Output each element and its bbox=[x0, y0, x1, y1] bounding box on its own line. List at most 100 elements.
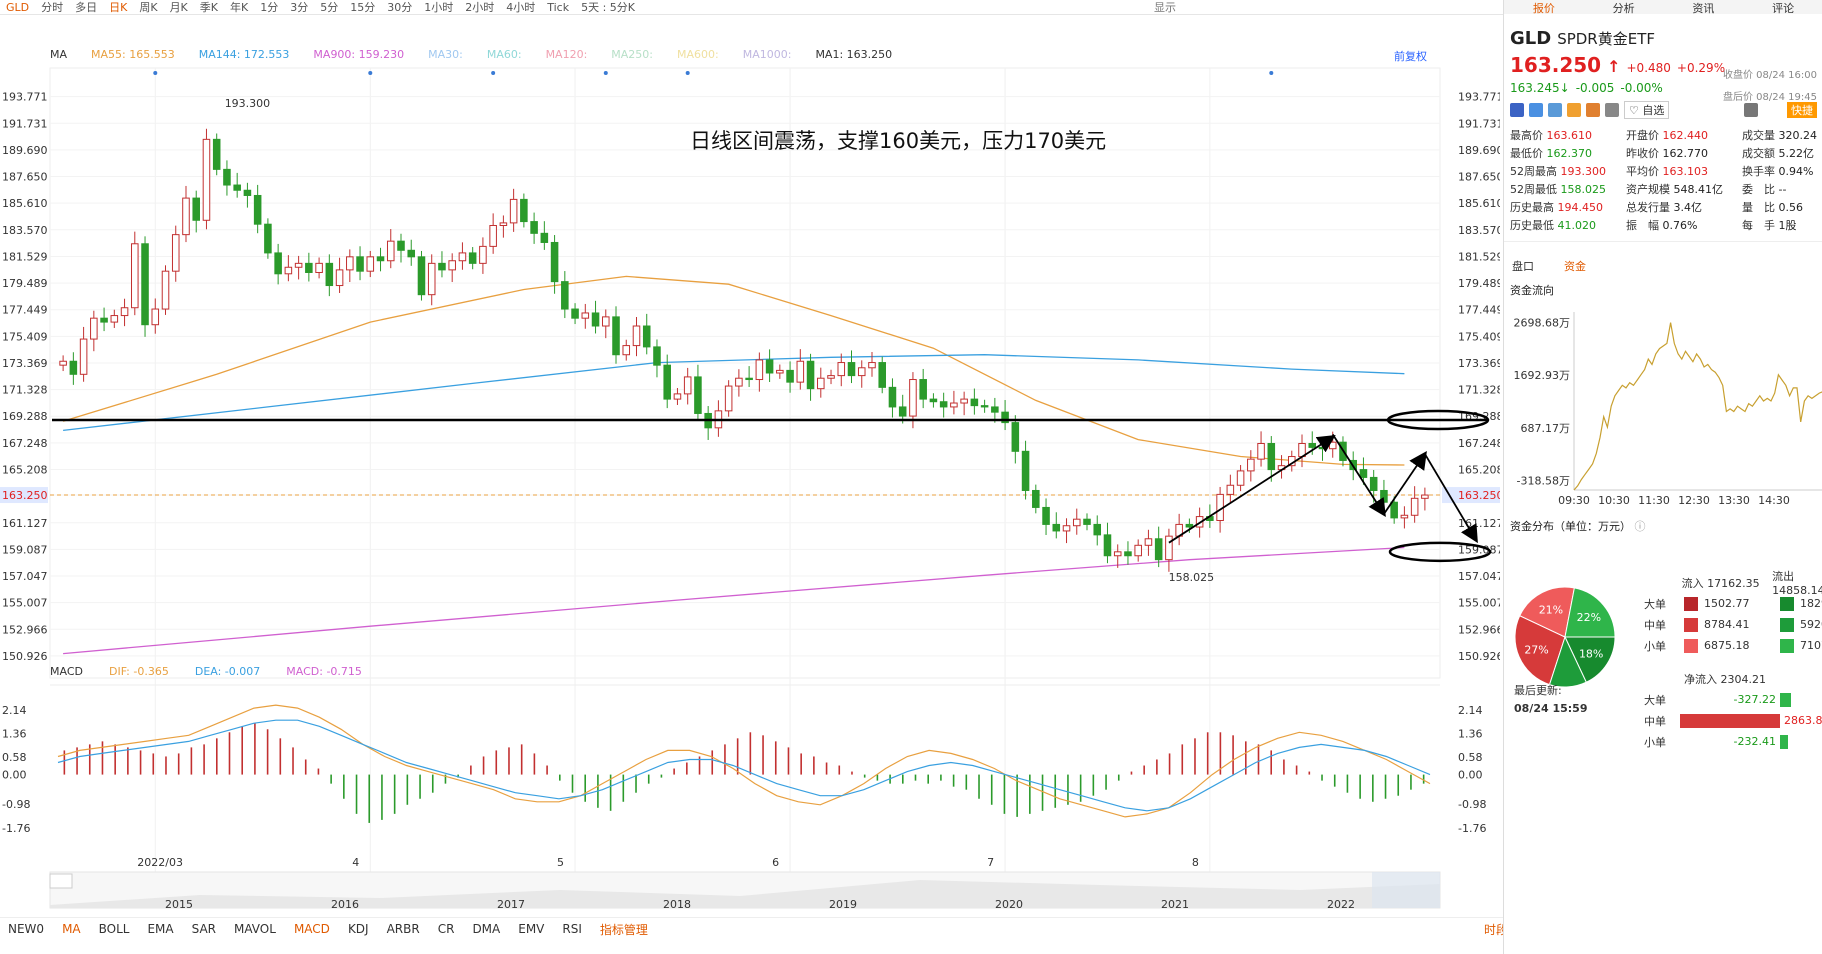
candle-body bbox=[1257, 442, 1265, 460]
add-watchlist-button[interactable]: ♡ 自选 bbox=[1624, 101, 1670, 119]
flow-y-tick: 687.17万 bbox=[1521, 422, 1571, 435]
post-change-pct: -0.00% bbox=[1620, 81, 1663, 95]
flow-in-cell: 1502.77 bbox=[1684, 596, 1780, 611]
y-tick-left: 177.449 bbox=[2, 304, 48, 317]
x-axis-label: 2022/03 bbox=[137, 856, 183, 869]
stat-label: 成交量 bbox=[1742, 129, 1775, 142]
y-tick-left: 179.489 bbox=[2, 277, 48, 290]
candle-body bbox=[151, 308, 160, 326]
s-icon[interactable] bbox=[1548, 103, 1562, 117]
panel-tab[interactable]: 分析 bbox=[1584, 0, 1664, 15]
flow-out-swatch bbox=[1780, 596, 1794, 611]
navigator-year: 2017 bbox=[497, 898, 525, 911]
quote-stats: 最高价 163.610 开盘价 162.440 成交量 320.24 最低价 162.… bbox=[1504, 119, 1822, 233]
candle-body bbox=[223, 168, 231, 186]
candle-body bbox=[284, 266, 293, 275]
candle-body bbox=[274, 252, 282, 275]
us-flag-icon[interactable] bbox=[1510, 103, 1524, 117]
candle-body bbox=[806, 360, 815, 390]
navigator-window bbox=[1372, 872, 1440, 908]
indicator-tab[interactable]: CR bbox=[438, 922, 455, 936]
indicator-tab[interactable]: RSI bbox=[562, 922, 582, 936]
stat-item: 历史最低 41.020 bbox=[1510, 217, 1626, 233]
candle-body bbox=[898, 406, 907, 417]
trend-arrow bbox=[1383, 450, 1427, 515]
candle-body bbox=[540, 232, 549, 243]
macd-label[interactable]: MACD bbox=[50, 665, 83, 679]
doc-icon[interactable] bbox=[1605, 103, 1619, 117]
candle-body bbox=[1052, 523, 1061, 532]
indicator-tab[interactable]: ARBR bbox=[387, 922, 420, 936]
macd-tick-left: 2.14 bbox=[2, 704, 27, 717]
candle-body bbox=[581, 312, 590, 319]
navigator-year: 2015 bbox=[165, 898, 193, 911]
y-tick-right: 152.966 bbox=[1458, 623, 1500, 636]
sub-tab[interactable]: 盘口 bbox=[1512, 258, 1534, 274]
stat-label: 52周最低 bbox=[1510, 183, 1557, 196]
indicator-tab[interactable]: SAR bbox=[192, 922, 216, 936]
candle-body bbox=[878, 362, 887, 388]
stat-item: 成交量 320.24 bbox=[1742, 127, 1822, 143]
stat-value: 193.300 bbox=[1557, 165, 1606, 178]
help-icon[interactable]: ⓘ bbox=[1635, 520, 1646, 533]
stat-value: 0.56 bbox=[1775, 201, 1803, 214]
bell-icon[interactable] bbox=[1744, 103, 1759, 117]
net-value: 2863.84 bbox=[1784, 713, 1822, 727]
candle-body bbox=[1185, 523, 1194, 528]
event-marker bbox=[368, 71, 373, 75]
candle-body bbox=[1103, 534, 1112, 557]
indicator-tab[interactable]: MAVOL bbox=[234, 922, 276, 936]
stat-label: 历史最高 bbox=[1510, 201, 1554, 214]
flow-y-tick: -318.58万 bbox=[1517, 475, 1570, 488]
stat-value: 163.610 bbox=[1543, 129, 1592, 142]
panel-tab[interactable]: 评论 bbox=[1743, 0, 1822, 15]
note-icon[interactable] bbox=[1567, 103, 1581, 117]
candle-body bbox=[212, 138, 221, 170]
stat-label: 最低价 bbox=[1510, 147, 1543, 160]
candle-body bbox=[612, 316, 620, 356]
candle-body bbox=[1226, 484, 1235, 495]
stat-value: -- bbox=[1775, 183, 1787, 196]
x-axis-label: 5 bbox=[557, 856, 564, 869]
shortcut-button[interactable]: 快捷 bbox=[1787, 102, 1817, 118]
candle-body bbox=[724, 385, 733, 412]
candle-body bbox=[868, 362, 876, 369]
net-row-label: 中单 bbox=[1644, 714, 1666, 728]
event-marker bbox=[685, 71, 690, 75]
price-change: +0.480 bbox=[1626, 61, 1671, 75]
macd-dea-line bbox=[57, 719, 1431, 812]
stat-item: 委 比 -- bbox=[1742, 181, 1822, 197]
panel-tab[interactable]: 报价 bbox=[1504, 0, 1584, 15]
y-tick-left: 175.409 bbox=[2, 330, 48, 343]
stat-label: 开盘价 bbox=[1626, 129, 1659, 142]
indicator-tab[interactable]: KDJ bbox=[348, 922, 369, 936]
y-tick-left: 183.570 bbox=[2, 224, 48, 237]
candle-body bbox=[1154, 538, 1163, 561]
indicator-tab[interactable]: MACD bbox=[294, 922, 330, 936]
candle-body bbox=[929, 398, 938, 403]
y-tick-left: 155.007 bbox=[2, 597, 48, 610]
indicator-tab[interactable]: 指标管理 bbox=[600, 921, 648, 938]
chart-icon[interactable] bbox=[1529, 103, 1543, 117]
stat-label: 最高价 bbox=[1510, 129, 1543, 142]
indicator-tab[interactable]: EMV bbox=[518, 922, 544, 936]
indicator-tab[interactable]: DMA bbox=[472, 922, 500, 936]
share-icon[interactable] bbox=[1586, 103, 1600, 117]
indicator-tab[interactable]: EMA bbox=[147, 922, 173, 936]
navigator-year: 2018 bbox=[663, 898, 691, 911]
close-time: 收盘价 08/24 16:00 bbox=[1723, 70, 1817, 81]
kline-chart-area: 193.771 193.771 191.731 191.731 189.690 189.6… bbox=[0, 67, 1500, 911]
x-axis-label: 4 bbox=[352, 856, 359, 869]
panel-tab[interactable]: 资讯 bbox=[1664, 0, 1744, 15]
candle-body bbox=[366, 256, 375, 272]
candle-body bbox=[69, 360, 78, 375]
indicator-tab[interactable]: BOLL bbox=[99, 922, 130, 936]
sub-tab[interactable]: 资金 bbox=[1564, 258, 1586, 274]
symbol-name: SPDR黄金ETF bbox=[1557, 30, 1655, 48]
dist-title-text: 资金分布（单位：万元） bbox=[1510, 520, 1631, 533]
y-tick-left: 150.926 bbox=[2, 650, 48, 663]
candle-body bbox=[407, 249, 416, 258]
indicator-tab[interactable]: NEW0 bbox=[8, 922, 44, 936]
indicator-tab[interactable]: MA bbox=[62, 922, 81, 936]
candle-body bbox=[79, 338, 88, 375]
